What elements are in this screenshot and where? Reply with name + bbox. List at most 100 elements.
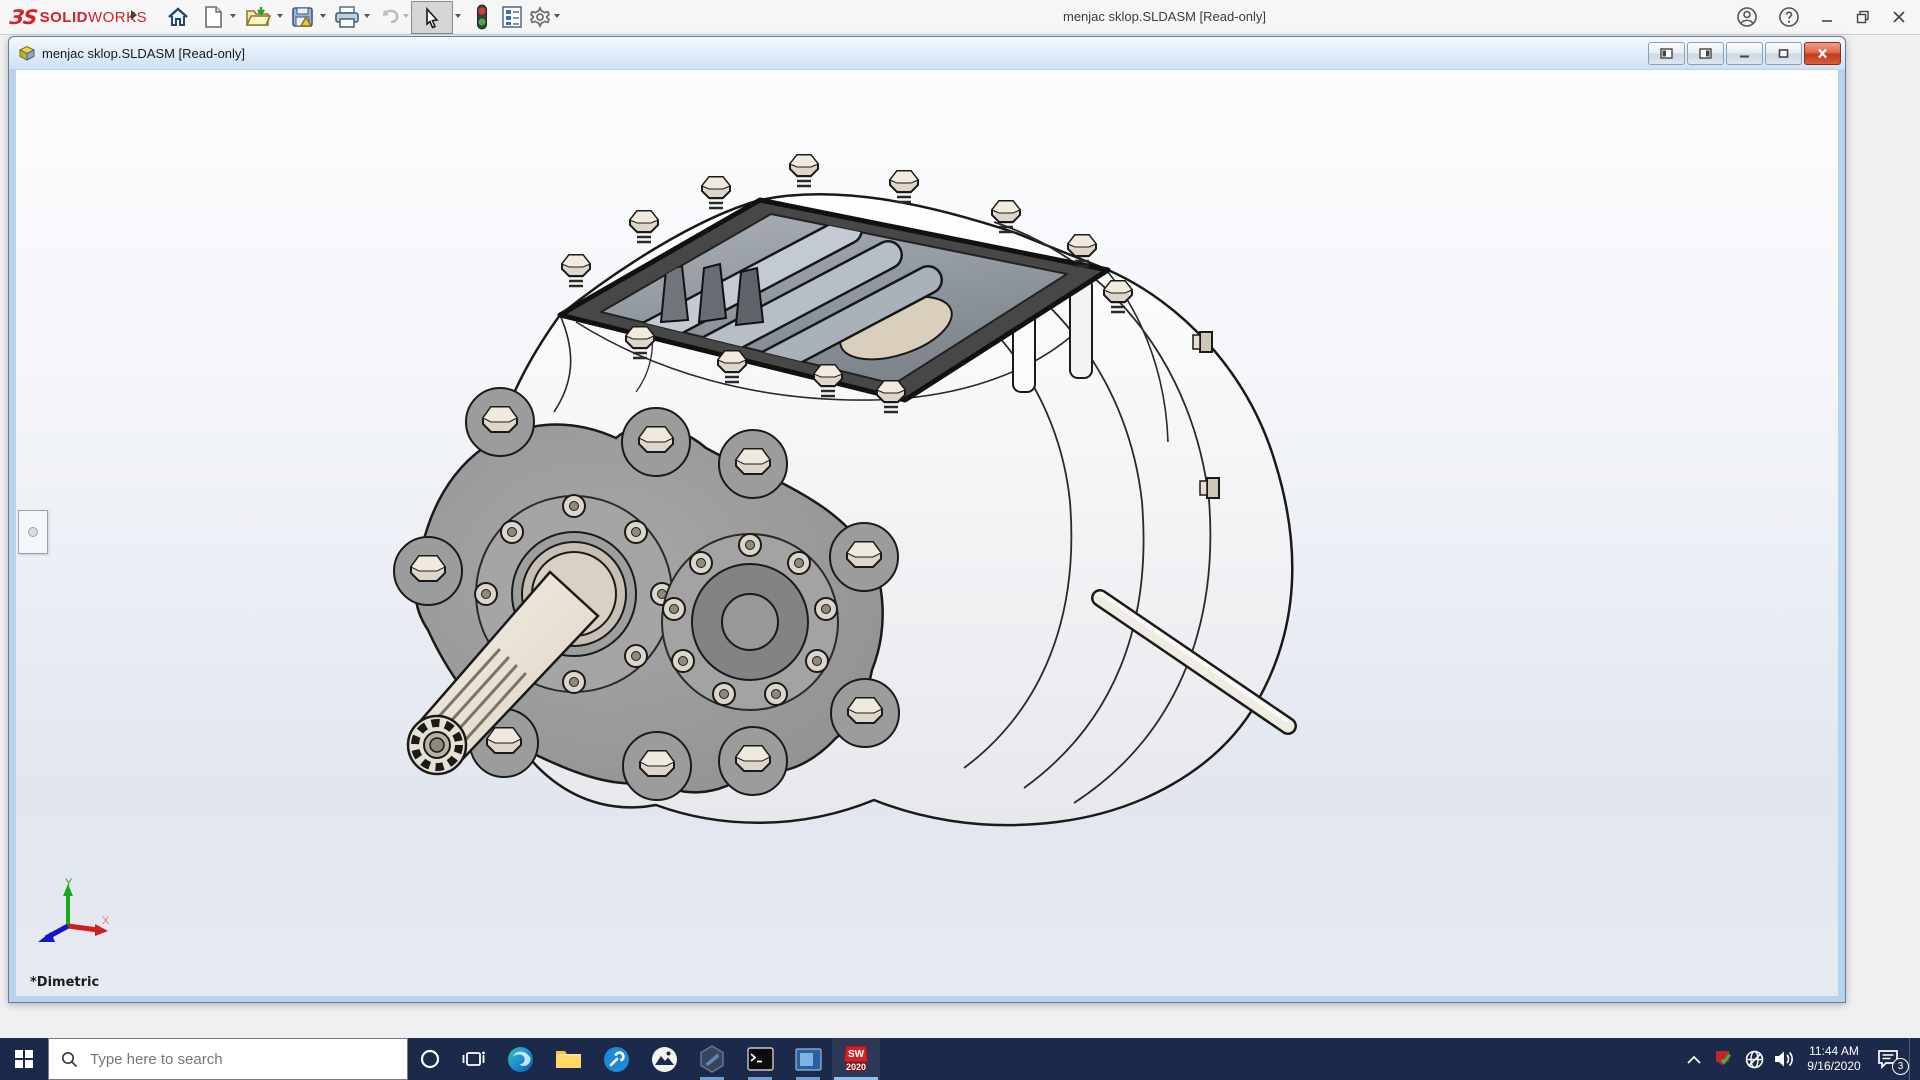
- document-title: menjac sklop.SLDASM [Read-only]: [42, 45, 246, 61]
- select-dropdown-caret[interactable]: [455, 14, 461, 18]
- app-close-button[interactable]: [1884, 3, 1914, 31]
- undo-button[interactable]: [376, 3, 404, 31]
- app-restore-button[interactable]: [1848, 3, 1878, 31]
- taskbar-file-explorer[interactable]: [544, 1038, 592, 1080]
- taskbar-wrench-tool[interactable]: [592, 1038, 640, 1080]
- doc-close-button[interactable]: [1804, 42, 1841, 65]
- triad-y-label: Y: [65, 878, 73, 889]
- pane-left-icon: [1660, 48, 1673, 59]
- assembly-icon: [18, 45, 36, 61]
- graphics-viewport[interactable]: Y X *Dimetric: [16, 70, 1838, 996]
- windows-logo-icon: [15, 1050, 33, 1068]
- show-desktop-button[interactable]: [1909, 1038, 1916, 1080]
- volume-tray[interactable]: [1771, 1038, 1797, 1080]
- save-dropdown-caret[interactable]: [320, 14, 326, 18]
- task-view-button[interactable]: [452, 1038, 496, 1080]
- collapsed-panel-tab[interactable]: [18, 510, 48, 554]
- file-explorer-icon: [555, 1051, 581, 1068]
- traffic-light-icon: [477, 4, 487, 30]
- undo-dropdown-caret[interactable]: [403, 14, 409, 18]
- doc-pane-left-button[interactable]: [1648, 42, 1685, 65]
- open-button[interactable]: [244, 3, 272, 31]
- task-view-icon: [462, 1051, 485, 1066]
- taskbar-search[interactable]: [48, 1038, 408, 1080]
- app-minimize-button[interactable]: [1812, 3, 1842, 31]
- document-window: menjac sklop.SLDASM [Read-only] Y X *Dim…: [8, 36, 1846, 1003]
- solidworks-logo-mark: ЗS: [8, 5, 39, 29]
- taskbar-command-prompt[interactable]: [736, 1038, 784, 1080]
- design-checker-icon: [502, 6, 522, 28]
- undo-icon: [382, 9, 399, 24]
- solidworks-2020-icon: SW 2020: [843, 1045, 869, 1073]
- action-center-button[interactable]: 3: [1871, 1038, 1909, 1080]
- start-button[interactable]: [0, 1038, 48, 1080]
- gearbox-3d-model[interactable]: [16, 70, 1838, 996]
- document-window-controls: [1648, 42, 1841, 65]
- solidworks-monitor-icon: [1716, 1051, 1731, 1065]
- document-title-bar[interactable]: menjac sklop.SLDASM [Read-only]: [9, 37, 1845, 69]
- taskbar-photos[interactable]: [640, 1038, 688, 1080]
- solidworks-monitor-tray[interactable]: [1711, 1038, 1737, 1080]
- toolbar-flyout-arrow-icon[interactable]: [131, 10, 137, 20]
- print-icon: [335, 6, 359, 28]
- network-globe-icon: [1745, 1050, 1763, 1068]
- notification-badge: 3: [1892, 1058, 1909, 1075]
- clock-date: 9/16/2020: [1807, 1059, 1861, 1073]
- doc-pane-right-button[interactable]: [1687, 42, 1724, 65]
- design-checker-button[interactable]: [498, 3, 526, 31]
- orientation-triad: Y X: [38, 878, 110, 942]
- search-icon: [61, 1051, 78, 1067]
- cortana-button[interactable]: [408, 1038, 452, 1080]
- options-dropdown-caret[interactable]: [554, 14, 560, 18]
- select-tool-button[interactable]: [411, 1, 453, 34]
- taskbar-solidworks-2020[interactable]: SW 2020: [832, 1038, 880, 1080]
- help-icon: [1779, 7, 1799, 27]
- blue-window-app-icon: [794, 1047, 822, 1071]
- traffic-light-button[interactable]: [468, 3, 496, 31]
- new-document-button[interactable]: [199, 3, 227, 31]
- account-icon: [1737, 7, 1757, 27]
- new-document-dropdown-caret[interactable]: [230, 14, 236, 18]
- save-icon: [292, 7, 313, 27]
- home-icon: [168, 7, 188, 26]
- system-tray: 11:44 AM 9/16/2020 3: [1681, 1038, 1920, 1080]
- taskbar-hexagon-app[interactable]: [688, 1038, 736, 1080]
- gear-icon: [529, 5, 551, 29]
- command-prompt-icon: [746, 1047, 774, 1071]
- doc-minimize-button[interactable]: [1726, 42, 1763, 65]
- home-button[interactable]: [164, 3, 192, 31]
- select-arrow-icon: [426, 6, 439, 29]
- app-window-title: menjac sklop.SLDASM [Read-only]: [1063, 9, 1267, 24]
- taskbar-edge[interactable]: [496, 1038, 544, 1080]
- open-dropdown-caret[interactable]: [277, 14, 283, 18]
- print-button[interactable]: [333, 3, 361, 31]
- clock-time: 11:44 AM: [1809, 1044, 1859, 1058]
- minimize-icon: [1740, 55, 1749, 58]
- search-input[interactable]: [88, 1049, 342, 1069]
- taskbar-clock[interactable]: 11:44 AM 9/16/2020: [1801, 1044, 1867, 1074]
- windows-taskbar: SW 2020 11:44 AM 9/16/2020 3: [0, 1038, 1920, 1080]
- close-icon: [1818, 48, 1827, 59]
- photos-icon: [651, 1046, 677, 1072]
- network-tray[interactable]: [1741, 1038, 1767, 1080]
- account-button[interactable]: [1732, 3, 1762, 31]
- doc-restore-button[interactable]: [1765, 42, 1802, 65]
- taskbar-blue-window-app[interactable]: [784, 1038, 832, 1080]
- help-button[interactable]: [1774, 3, 1804, 31]
- open-folder-icon: [245, 7, 271, 26]
- pane-right-icon: [1699, 48, 1712, 59]
- restore-icon: [1856, 10, 1869, 24]
- hidden-icons-button[interactable]: [1681, 1038, 1707, 1080]
- close-icon: [1893, 11, 1905, 23]
- new-document-icon: [205, 6, 222, 28]
- save-button[interactable]: [289, 3, 317, 31]
- cortana-icon: [420, 1049, 440, 1069]
- triad-x-label: X: [102, 915, 110, 927]
- sw-icon-text: SW: [848, 1049, 865, 1060]
- app-title-toolbar: ЗS SOLID WORKS menjac sklop.SLDASM [Read-…: [0, 0, 1920, 35]
- print-dropdown-caret[interactable]: [364, 14, 370, 18]
- chevron-up-icon: [1687, 1055, 1701, 1064]
- options-button[interactable]: [526, 3, 554, 31]
- wrench-tool-icon: [603, 1046, 629, 1072]
- desktop: { "app": { "logo": { "mark": "ЗS", "bold…: [0, 0, 1920, 1080]
